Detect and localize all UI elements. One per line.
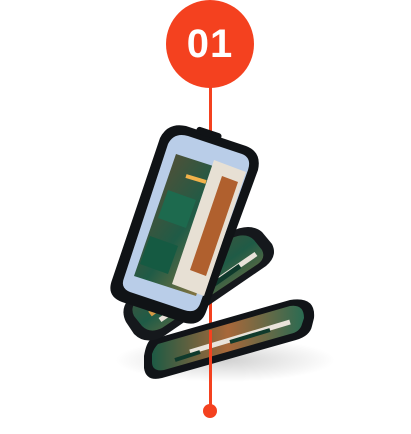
step-illustration: 01 bbox=[0, 0, 411, 434]
step-number-badge: 01 bbox=[166, 0, 254, 88]
step-number: 01 bbox=[186, 21, 234, 66]
phone-top bbox=[110, 125, 259, 324]
